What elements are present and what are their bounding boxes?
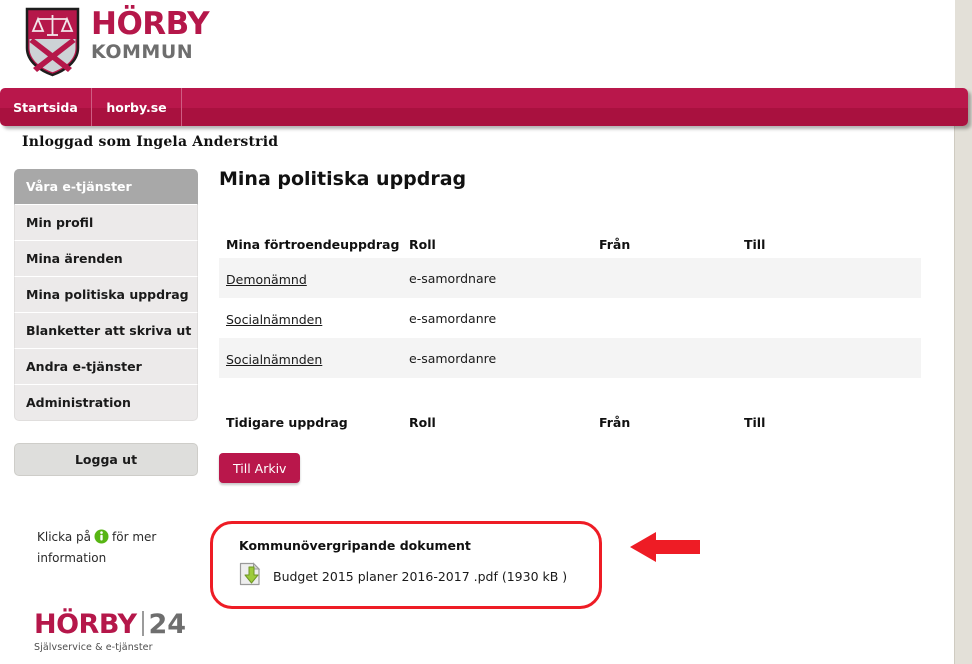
column-header-fran: Från (599, 414, 631, 430)
logo-primary-text: HÖRBY (91, 6, 210, 42)
sidebar-item-mina-politiska-uppdrag[interactable]: Mina politiska uppdrag (14, 277, 198, 313)
table-row: Demonämnd e-samordnare (219, 258, 921, 298)
download-document-icon[interactable] (239, 562, 261, 590)
sidebar-item-min-profil[interactable]: Min profil (14, 205, 198, 241)
cell-roll: e-samordanre (409, 350, 497, 366)
site-logo[interactable]: HÖRBY KOMMUN (24, 6, 210, 78)
main-navigation-bar: Startsida horby.se (0, 88, 968, 126)
assignment-link[interactable]: Socialnämnden (226, 312, 322, 327)
info-hint-before: Klicka på (37, 530, 92, 544)
assignment-link[interactable]: Socialnämnden (226, 352, 322, 367)
page-title: Mina politiska uppdrag (219, 168, 467, 190)
cell-roll: e-samordnare (409, 270, 497, 286)
current-assignments-table: Mina förtroendeuppdrag Roll Från Till De… (219, 230, 921, 378)
till-arkiv-button[interactable]: Till Arkiv (219, 453, 301, 483)
column-header-uppdrag: Mina förtroendeuppdrag (226, 236, 400, 252)
footer-logo-primary: HÖRBY (34, 609, 137, 640)
nav-item-startsida[interactable]: Startsida (0, 88, 92, 126)
column-header-fran: Från (599, 236, 631, 252)
table-header-row: Tidigare uppdrag Roll Från Till (219, 408, 921, 436)
sidebar-item-vara-e-tjanster[interactable]: Våra e-tjänster (14, 169, 198, 205)
footer-logo: HÖRBY 24 Självservice & e-tjänster (34, 608, 186, 653)
cell-uppdrag: Socialnämnden (219, 349, 409, 368)
footer-logo-divider (141, 611, 144, 636)
footer-logo-row: HÖRBY 24 (34, 608, 186, 638)
assignment-link[interactable]: Demonämnd (226, 272, 307, 287)
table-header-row: Mina förtroendeuppdrag Roll Från Till (219, 230, 921, 258)
sidebar-navigation: Våra e-tjänster Min profil Mina ärenden … (14, 169, 198, 421)
sidebar-item-mina-arenden[interactable]: Mina ärenden (14, 241, 198, 277)
document-section-title: Kommunövergripande dokument (239, 538, 471, 553)
info-hint-text: Klicka på för mer information (37, 528, 187, 567)
column-header-roll: Roll (409, 414, 436, 430)
site-header: HÖRBY KOMMUN (0, 0, 955, 88)
previous-assignments-table: Tidigare uppdrag Roll Från Till (219, 408, 921, 436)
cell-uppdrag: Socialnämnden (219, 309, 409, 328)
logo-wordmark: HÖRBY KOMMUN (91, 6, 210, 63)
footer-tagline: Självservice & e-tjänster (34, 642, 153, 653)
footer-logo-secondary: 24 (148, 609, 187, 640)
document-file-link[interactable]: Budget 2015 planer 2016-2017 .pdf (1930 … (273, 569, 567, 584)
table-row: Socialnämnden e-samordanre (219, 338, 921, 378)
shield-scales-cross-icon (24, 6, 81, 78)
sidebar-item-administration[interactable]: Administration (14, 385, 198, 421)
kommunovergripande-dokument-box: Kommunövergripande dokument Budget 2015 … (210, 521, 602, 609)
sidebar-item-andra-e-tjanster[interactable]: Andra e-tjänster (14, 349, 198, 385)
logo-secondary-text: KOMMUN (91, 41, 194, 63)
left-arrow-annotation-icon (630, 527, 700, 571)
column-header-tidigare-uppdrag: Tidigare uppdrag (226, 414, 348, 430)
cell-roll: e-samordanre (409, 310, 497, 326)
page-container: HÖRBY KOMMUN Startsida horby.se Inloggad… (0, 0, 968, 664)
logged-in-status: Inloggad som Ingela Anderstrid (22, 134, 279, 150)
document-list-item[interactable]: Budget 2015 planer 2016-2017 .pdf (1930 … (239, 562, 567, 590)
column-header-roll: Roll (409, 236, 436, 252)
column-header-till: Till (744, 414, 766, 430)
table-row: Socialnämnden e-samordanre (219, 298, 921, 338)
sidebar-item-blanketter-att-skriva-ut[interactable]: Blanketter att skriva ut (14, 313, 198, 349)
nav-item-horby-se[interactable]: horby.se (92, 88, 182, 126)
info-circle-icon (94, 529, 109, 549)
column-header-till: Till (744, 236, 766, 252)
cell-uppdrag: Demonämnd (219, 269, 409, 288)
logout-button[interactable]: Logga ut (14, 443, 198, 476)
